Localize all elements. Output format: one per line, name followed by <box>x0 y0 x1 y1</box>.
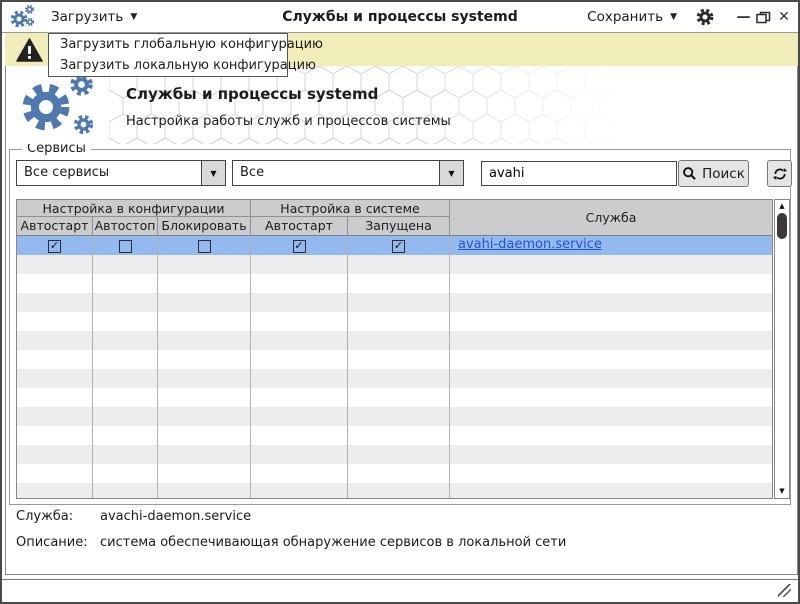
table-row-empty[interactable] <box>17 369 772 388</box>
app-gears-icon <box>9 4 39 30</box>
service-type-select[interactable]: Все сервисы ▼ <box>16 160 226 186</box>
menu-item-load-global[interactable]: Загрузить глобальную конфигурацию <box>49 34 287 55</box>
minimize-button[interactable]: — <box>735 9 751 25</box>
banner-title: Службы и процессы systemd <box>126 85 378 103</box>
app-window: Загрузить ▼ Службы и процессы systemd Со… <box>0 0 800 604</box>
services-groupbox: Сервисы Все сервисы ▼ Все ▼ Поиск <box>9 149 791 505</box>
table-row-selected[interactable]: ✓ ✓ ✓ avahi-daemon.service <box>17 236 772 255</box>
maximize-button[interactable] <box>756 11 771 24</box>
chevron-down-icon: ▼ <box>670 12 677 22</box>
chevron-down-icon[interactable]: ▼ <box>201 161 225 185</box>
table-row-empty[interactable] <box>17 407 772 426</box>
header-config-autostart[interactable]: Автостарт <box>17 217 93 236</box>
header-system-autostart[interactable]: Автостарт <box>251 217 348 236</box>
service-state-value: Все <box>233 161 439 185</box>
app-logo-gears-icon <box>18 71 110 141</box>
table-empty-rows <box>17 255 772 499</box>
header-config-group[interactable]: Настройка в конфигурации <box>17 200 251 217</box>
scroll-down-icon[interactable]: ▼ <box>775 485 789 498</box>
table-row-empty[interactable] <box>17 426 772 445</box>
table-header: Настройка в конфигурации Настройка в сис… <box>17 200 772 236</box>
header-system-running[interactable]: Запущена <box>348 217 450 236</box>
refresh-icon <box>772 166 788 182</box>
table-row-empty[interactable] <box>17 293 772 312</box>
table-row-empty[interactable] <box>17 274 772 293</box>
scroll-up-icon[interactable]: ▲ <box>775 200 789 213</box>
search-icon <box>682 166 697 181</box>
service-detail-label: Служба: <box>16 509 100 524</box>
services-table: Настройка в конфигурации Настройка в сис… <box>16 199 773 499</box>
description-label: Описание: <box>16 535 100 550</box>
header-config-block[interactable]: Блокировать <box>158 217 251 236</box>
header-system-group[interactable]: Настройка в системе <box>251 200 450 217</box>
vertical-scrollbar[interactable]: ▲ ▼ <box>774 199 790 499</box>
refresh-button[interactable] <box>767 160 792 187</box>
check-cell[interactable]: ✓ <box>17 236 93 255</box>
header-banner: Службы и процессы systemd Настройка рабо… <box>6 66 797 144</box>
statusbar <box>2 579 798 602</box>
warning-triangle-icon <box>16 38 43 62</box>
checkbox[interactable] <box>119 240 132 253</box>
service-state-select[interactable]: Все ▼ <box>232 160 464 186</box>
checkbox[interactable]: ✓ <box>293 240 306 253</box>
service-type-value: Все сервисы <box>17 161 201 185</box>
scrollbar-thumb[interactable] <box>777 213 787 239</box>
checkbox[interactable]: ✓ <box>48 240 61 253</box>
check-cell[interactable] <box>158 236 251 255</box>
chevron-down-icon: ▼ <box>130 12 137 22</box>
table-row-empty[interactable] <box>17 445 772 464</box>
table-row-empty[interactable] <box>17 388 772 407</box>
search-button-label: Поиск <box>702 166 745 182</box>
search-input[interactable] <box>481 161 677 186</box>
titlebar: Загрузить ▼ Службы и процессы systemd Со… <box>2 2 798 33</box>
load-menu-label: Загрузить <box>51 9 123 25</box>
table-row-empty[interactable] <box>17 331 772 350</box>
banner-subtitle: Настройка работы служб и процессов систе… <box>126 114 451 129</box>
load-dropdown-menu: Загрузить глобальную конфигурацию Загруз… <box>48 33 288 77</box>
table-row-empty[interactable] <box>17 312 772 331</box>
check-cell[interactable]: ✓ <box>348 236 450 255</box>
checkbox[interactable]: ✓ <box>392 240 405 253</box>
save-menu-label: Сохранить <box>587 9 663 25</box>
search-button[interactable]: Поиск <box>678 160 749 187</box>
details-panel: Служба: avachi-daemon.service Описание: … <box>16 509 566 561</box>
chevron-down-icon[interactable]: ▼ <box>439 161 463 185</box>
table-row-empty[interactable] <box>17 350 772 369</box>
resize-grip[interactable] <box>778 584 791 597</box>
check-cell[interactable]: ✓ <box>251 236 348 255</box>
table-row-empty[interactable] <box>17 483 772 499</box>
description-value: система обеспечивающая обнаружение серви… <box>100 535 566 550</box>
save-menu[interactable]: Сохранить ▼ <box>587 9 677 25</box>
service-detail-value: avachi-daemon.service <box>100 509 251 524</box>
hexagon-fade <box>109 66 649 144</box>
load-menu[interactable]: Загрузить ▼ <box>51 9 137 25</box>
check-cell[interactable] <box>93 236 158 255</box>
header-config-autostop[interactable]: Автостоп <box>93 217 158 236</box>
settings-gear-icon[interactable] <box>695 7 715 27</box>
service-link[interactable]: avahi-daemon.service <box>458 237 602 252</box>
close-button[interactable]: ✕ <box>776 9 792 25</box>
menu-item-load-local[interactable]: Загрузить локальную конфигурацию <box>49 55 287 76</box>
table-row-empty[interactable] <box>17 255 772 274</box>
checkbox[interactable] <box>198 240 211 253</box>
table-row-empty[interactable] <box>17 464 772 483</box>
